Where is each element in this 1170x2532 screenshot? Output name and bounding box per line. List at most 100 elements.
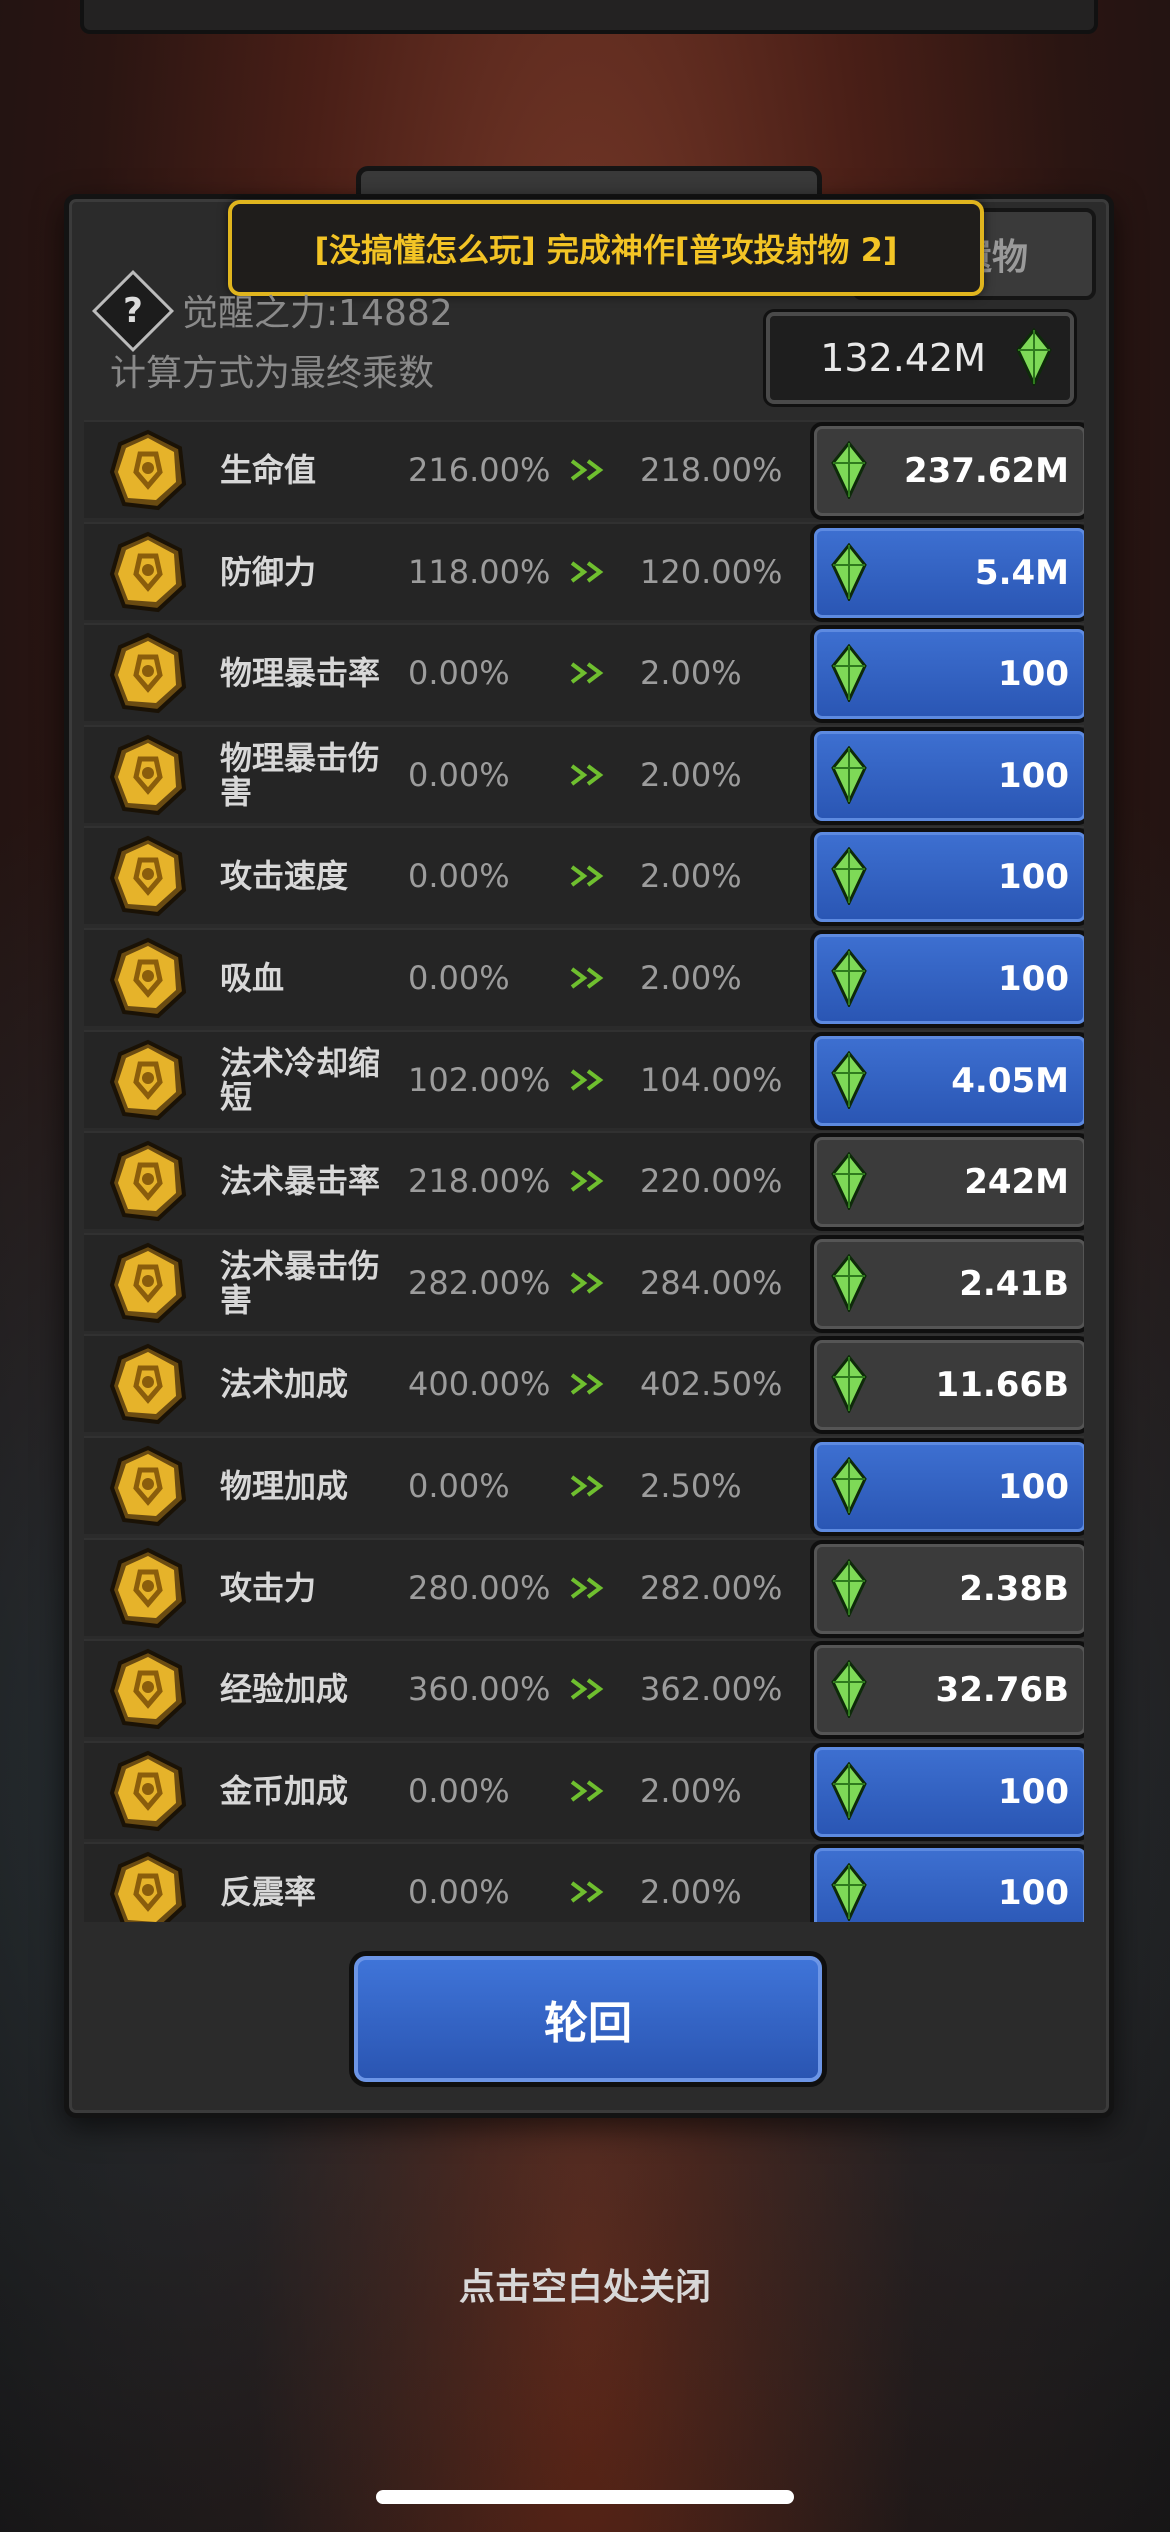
upgrade-cost: 5.4M — [974, 553, 1069, 593]
upgrade-button[interactable]: 32.76B — [814, 1645, 1084, 1735]
upgrade-button[interactable]: 11.66B — [814, 1340, 1084, 1430]
stat-current: 0.00% — [408, 1467, 510, 1505]
green-gem-icon — [831, 1152, 867, 1210]
upgrade-button[interactable]: 100 — [814, 934, 1084, 1024]
upgrade-cost: 100 — [998, 654, 1069, 694]
stat-row: 金币加成 0.00% 2.00% 100 — [84, 1741, 1084, 1839]
stat-current: 0.00% — [408, 756, 510, 794]
upgrade-cost: 237.62M — [903, 451, 1069, 491]
upgrade-button[interactable]: 2.38B — [814, 1544, 1084, 1634]
upgrade-cost: 100 — [998, 959, 1069, 999]
upgrade-button[interactable]: 100 — [814, 832, 1084, 922]
gold-rune-medal-icon — [109, 1343, 187, 1425]
upgrade-button[interactable]: 100 — [814, 1442, 1084, 1532]
double-chevron-right-icon — [570, 865, 604, 887]
green-gem-icon — [831, 644, 867, 702]
upgrade-button[interactable]: 100 — [814, 1747, 1084, 1837]
gold-rune-medal-icon — [109, 429, 187, 511]
stat-next: 220.00% — [640, 1162, 783, 1200]
top-frame — [80, 0, 1098, 34]
green-gem-icon — [831, 1863, 867, 1921]
stat-list[interactable]: 生命值 216.00% 218.00% 237.62M 防御力 118.00% … — [84, 420, 1084, 1922]
green-gem-icon — [831, 543, 867, 601]
stat-current: 0.00% — [408, 654, 510, 692]
upgrade-button[interactable]: 100 — [814, 629, 1084, 719]
stat-name: 经验加成 — [220, 1670, 349, 1708]
double-chevron-right-icon — [570, 561, 604, 583]
stat-row: 法术暴击率 218.00% 220.00% 242M — [84, 1131, 1084, 1229]
double-chevron-right-icon — [570, 1577, 604, 1599]
quest-banner[interactable]: [没搞懂怎么玩] 完成神作[普攻投射物 2] — [228, 200, 984, 296]
currency-display: 132.42M — [766, 312, 1074, 404]
stat-current: 102.00% — [408, 1061, 551, 1099]
upgrade-cost: 242M — [964, 1162, 1069, 1202]
gold-rune-medal-icon — [109, 1242, 187, 1324]
stat-current: 118.00% — [408, 553, 551, 591]
green-gem-icon — [831, 1355, 867, 1413]
stat-name: 金币加成 — [220, 1772, 349, 1810]
gold-rune-medal-icon — [109, 1750, 187, 1832]
green-gem-icon — [831, 1559, 867, 1617]
stat-name: 法术冷却缩短 — [220, 1044, 381, 1116]
upgrade-button[interactable]: 2.41B — [814, 1239, 1084, 1329]
stat-row: 反震率 0.00% 2.00% 100 — [84, 1842, 1084, 1922]
stat-name: 防御力 — [220, 553, 317, 591]
green-gem-icon — [831, 1660, 867, 1718]
stat-name: 生命值 — [220, 451, 317, 489]
stat-row: 法术暴击伤害 282.00% 284.00% 2.41B — [84, 1233, 1084, 1331]
upgrade-button[interactable]: 4.05M — [814, 1036, 1084, 1126]
stat-name: 吸血 — [220, 959, 285, 997]
home-indicator — [376, 2490, 794, 2504]
currency-value: 132.42M — [820, 336, 986, 380]
stat-row: 生命值 216.00% 218.00% 237.62M — [84, 420, 1084, 518]
stat-name: 法术暴击伤害 — [220, 1247, 381, 1319]
stat-row: 防御力 118.00% 120.00% 5.4M — [84, 522, 1084, 620]
upgrade-button[interactable]: 100 — [814, 731, 1084, 821]
stat-next: 362.00% — [640, 1670, 783, 1708]
upgrade-cost: 100 — [998, 857, 1069, 897]
stat-row: 法术加成 400.00% 402.50% 11.66B — [84, 1334, 1084, 1432]
stat-name: 物理加成 — [220, 1467, 349, 1505]
double-chevron-right-icon — [570, 1069, 604, 1091]
green-gem-icon — [831, 1254, 867, 1312]
stat-next: 2.00% — [640, 1772, 742, 1810]
awaken-power-label: 觉醒之力:14882 — [182, 293, 453, 334]
stat-row: 攻击力 280.00% 282.00% 2.38B — [84, 1538, 1084, 1636]
stat-name: 反震率 — [220, 1873, 317, 1911]
double-chevron-right-icon — [570, 1475, 604, 1497]
double-chevron-right-icon — [570, 764, 604, 786]
stat-current: 0.00% — [408, 857, 510, 895]
gold-rune-medal-icon — [109, 1648, 187, 1730]
upgrade-button[interactable]: 100 — [814, 1848, 1084, 1922]
stat-name: 法术加成 — [220, 1365, 349, 1403]
stat-name: 物理暴击伤害 — [220, 739, 381, 811]
upgrade-button[interactable]: 5.4M — [814, 528, 1084, 618]
rebirth-button[interactable]: 轮回 — [354, 1956, 822, 2082]
stat-current: 0.00% — [408, 959, 510, 997]
stat-current: 0.00% — [408, 1772, 510, 1810]
stat-next: 218.00% — [640, 451, 783, 489]
stat-current: 216.00% — [408, 451, 551, 489]
stat-row: 物理加成 0.00% 2.50% 100 — [84, 1436, 1084, 1534]
stat-row: 物理暴击伤害 0.00% 2.00% 100 — [84, 725, 1084, 823]
green-gem-icon — [831, 1762, 867, 1820]
upgrade-button[interactable]: 242M — [814, 1137, 1084, 1227]
stat-next: 120.00% — [640, 553, 783, 591]
upgrade-button[interactable]: 237.62M — [814, 426, 1084, 516]
stat-next: 2.00% — [640, 857, 742, 895]
green-gem-icon — [831, 1051, 867, 1109]
gold-rune-medal-icon — [109, 1039, 187, 1121]
green-gem-icon — [1016, 328, 1052, 386]
green-gem-icon — [831, 949, 867, 1007]
double-chevron-right-icon — [570, 1881, 604, 1903]
stat-next: 282.00% — [640, 1569, 783, 1607]
gold-rune-medal-icon — [109, 531, 187, 613]
green-gem-icon — [831, 1457, 867, 1515]
stat-current: 360.00% — [408, 1670, 551, 1708]
green-gem-icon — [831, 441, 867, 499]
stat-next: 2.00% — [640, 1873, 742, 1911]
double-chevron-right-icon — [570, 1678, 604, 1700]
stat-next: 402.50% — [640, 1365, 783, 1403]
double-chevron-right-icon — [570, 1780, 604, 1802]
gold-rune-medal-icon — [109, 1851, 187, 1922]
